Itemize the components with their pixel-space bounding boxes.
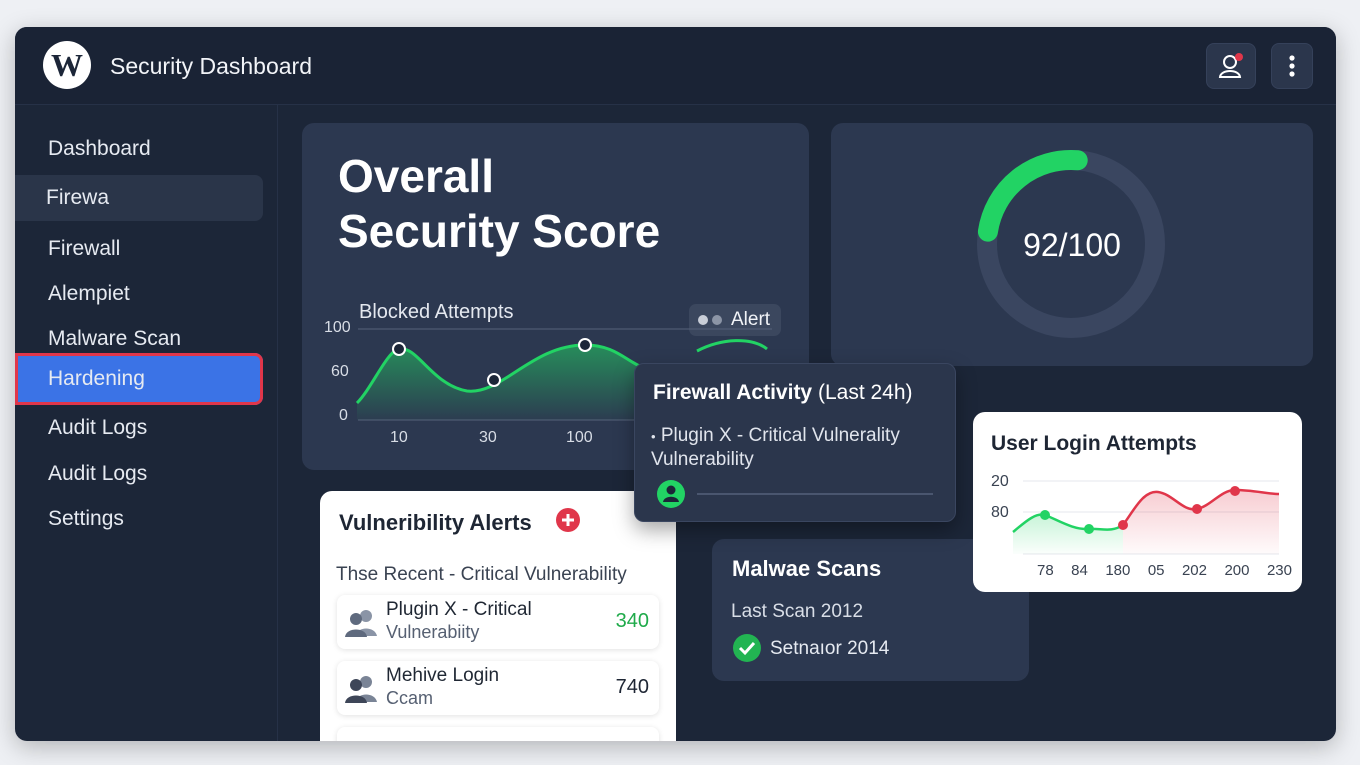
popup-title-suffix: (Last 24h) — [817, 381, 913, 404]
gauge-progress — [977, 150, 1088, 242]
app-window: W Security Dashboard Dashboard Firewa Fi… — [15, 27, 1336, 741]
firewall-activity-popup: Firewall Activity (Last 24h) • Plugin X … — [634, 363, 956, 522]
popup-title: Firewall Activity — [653, 381, 813, 404]
x-tick: 78 — [1037, 562, 1054, 579]
list-item[interactable]: Mehive Login Ccam 740 — [337, 661, 659, 715]
activity-progress-track — [697, 493, 933, 495]
sidebar-item-firewa[interactable]: Firewa — [15, 175, 263, 221]
data-point[interactable] — [1040, 510, 1050, 520]
data-point[interactable] — [392, 342, 406, 356]
row-subtitle: Vulnerabiity — [386, 622, 480, 642]
x-tick: 230 — [1266, 562, 1292, 579]
vuln-card-title: Vulneribility Alerts — [339, 510, 532, 535]
data-point[interactable] — [1192, 504, 1202, 514]
user-status-icon — [657, 480, 685, 508]
user-alert-icon — [1218, 53, 1243, 78]
list-item-partial[interactable] — [337, 727, 659, 741]
series-line-tail — [696, 339, 768, 353]
sidebar-item-settings[interactable]: Settings — [15, 496, 263, 542]
top-bar: W Security Dashboard — [15, 27, 1336, 105]
more-menu-button[interactable] — [1271, 43, 1313, 89]
popup-title-wrap: Firewall Activity (Last 24h) — [653, 381, 913, 405]
sidebar-item-audit-logs[interactable]: Audit Logs — [15, 405, 263, 451]
scan-status-text: Setnaıor 2014 — [770, 638, 890, 659]
list-item[interactable]: Plugin X - Critical Vulnerabiity 340 — [337, 595, 659, 649]
data-point[interactable] — [1084, 524, 1094, 534]
sidebar-item-hardening[interactable]: Hardening — [15, 353, 263, 405]
popup-line2: Vulnerability — [651, 449, 754, 470]
wordpress-logo-icon[interactable]: W — [43, 41, 91, 89]
malware-card-title: Malwae Scans — [732, 556, 882, 581]
data-point[interactable] — [1118, 520, 1128, 530]
x-tick: 202 — [1181, 562, 1207, 579]
users-icon — [345, 676, 377, 703]
x-axis-ticks: 78 84 180 05 202 200 230 — [1037, 562, 1302, 579]
check-circle-icon — [733, 634, 761, 662]
users-icon — [345, 610, 377, 637]
row-title: Mehive Login — [386, 665, 500, 686]
user-login-attempts-card: User Login Attempts 20 80 78 84 180 05 2… — [973, 412, 1302, 592]
data-point[interactable] — [578, 338, 592, 352]
row-subtitle: Ccam — [386, 688, 434, 708]
sidebar-item-alempiet[interactable]: Alempiet — [15, 271, 263, 317]
sidebar: Dashboard Firewa Firewall Alempiet Malwa… — [15, 105, 278, 741]
red-area — [1123, 490, 1279, 554]
area-fill — [357, 345, 647, 420]
add-alert-icon[interactable] — [555, 507, 581, 533]
popup-line1: Plugin X - Critical Vulnerality — [660, 425, 900, 446]
popup-line1-wrap: • Plugin X - Critical Vulnerality — [651, 425, 900, 447]
gauge-card: 92/100 — [831, 123, 1313, 366]
x-tick: 05 — [1147, 562, 1165, 579]
user-profile-button[interactable] — [1206, 43, 1256, 89]
row-value: 340 — [615, 610, 649, 632]
x-tick: 180 — [1105, 562, 1131, 579]
row-value: 740 — [615, 676, 649, 698]
vuln-card-subtitle: Thse Recent - Critical Vulnerability — [336, 564, 627, 585]
data-point[interactable] — [1230, 486, 1240, 496]
app-title: Security Dashboard — [110, 53, 312, 79]
last-scan-text: Last Scan 2012 — [731, 601, 864, 622]
score-value: 92/100 — [1023, 227, 1121, 263]
x-tick: 200 — [1224, 562, 1250, 579]
more-vertical-icon — [1289, 55, 1295, 77]
x-tick: 84 — [1071, 562, 1088, 579]
sidebar-item-firewall[interactable]: Firewall — [15, 226, 263, 272]
sidebar-item-audit-logs-2[interactable]: Audit Logs — [15, 451, 263, 497]
row-title: Plugin X - Critical — [386, 599, 532, 620]
data-point[interactable] — [487, 373, 501, 387]
vulnerability-alerts-card: Vulneribility Alerts Thse Recent - Criti… — [320, 491, 676, 741]
sidebar-item-dashboard[interactable]: Dashboard — [15, 126, 263, 172]
bullet-icon: • — [651, 429, 656, 444]
